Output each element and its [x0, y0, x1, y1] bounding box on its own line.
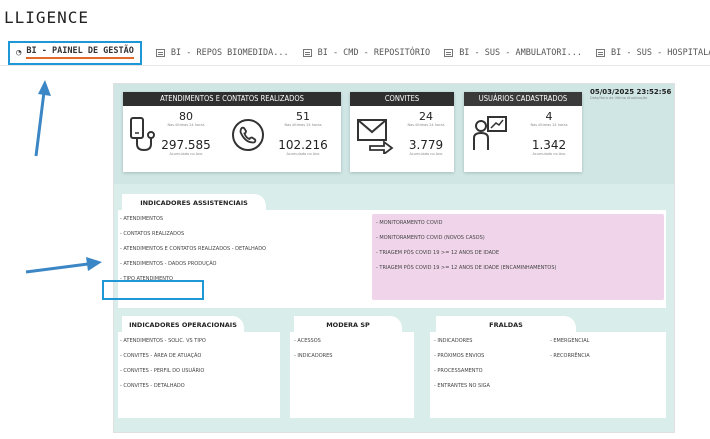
link-proximos-envios[interactable]: - PRÓXIMOS ENVIOS	[434, 349, 490, 364]
tipo-atendimento-highlight	[102, 280, 204, 300]
tab-cmd-repositorio[interactable]: BI - CMD - REPOSITÓRIO	[302, 41, 431, 65]
card-convites[interactable]: CONVITES 24 Nas últimas 24 horas 3.779 A…	[350, 92, 454, 172]
link-convites-area-atuacao[interactable]: - CONVITES - ÁREA DE ATUAÇÃO	[120, 349, 206, 364]
card-usuarios[interactable]: USUÁRIOS CADASTRADOS 4 Nas últimas 24 ho…	[464, 92, 582, 172]
app-title: LLIGENCE	[4, 8, 90, 27]
convites-24h-value: 24	[419, 110, 433, 123]
tab-sus-ambulatori[interactable]: BI - SUS - AMBULATORI...	[444, 41, 582, 65]
card-title: CONVITES	[350, 92, 454, 106]
link-atendimentos-solic-vs-tipo[interactable]: - ATENDIMENTOS - SOLIC. VS TIPO	[120, 334, 206, 349]
convites-24h-label: Nas últimas 24 horas	[407, 123, 445, 127]
arrow-up-annotation	[34, 80, 51, 157]
report-icon	[444, 48, 454, 57]
report-icon	[596, 48, 606, 57]
card-title: ATENDIMENTOS E CONTATOS REALIZADOS	[123, 92, 341, 106]
link-convites-detalhado[interactable]: - CONVITES - DETALHADO	[120, 379, 206, 394]
link-monitoramento-covid[interactable]: - MONITORAMENTO COVID	[376, 216, 556, 231]
contatos-24h-value: 51	[296, 110, 310, 123]
tab-repos-biomedida[interactable]: BI - REPOS BIOMEDIDA...	[155, 41, 289, 65]
operacionais-panel: - ATENDIMENTOS - SOLIC. VS TIPO - CONVIT…	[118, 332, 280, 418]
contatos-year-label: Acumulado no Ano	[286, 152, 320, 156]
contatos-year-value: 102.216	[278, 138, 328, 152]
link-recorrencia[interactable]: - RECORRÊNCIA	[550, 349, 590, 364]
last-update-label: Data/Hora da Última Atualização	[590, 96, 648, 100]
atendimentos-24h-value: 80	[179, 110, 193, 123]
tab-label: BI - REPOS BIOMEDIDA...	[170, 47, 289, 58]
link-emergencial[interactable]: - EMERGENCIAL	[550, 334, 590, 349]
tab-label: BI - SUS - AMBULATORI...	[459, 47, 583, 58]
link-convites-perfil-usuario[interactable]: - CONVITES - PERFIL DO USUÁRIO	[120, 364, 206, 379]
covid-panel: - MONITORAMENTO COVID - MONITORAMENTO CO…	[372, 214, 664, 300]
modera-panel: - ACESSOS - INDICADORES	[290, 332, 414, 418]
dashboard-panel: ATENDIMENTOS E CONTATOS REALIZADOS 80 Na…	[102, 83, 675, 433]
usuarios-year-label: Acumulado no Ano	[532, 152, 566, 156]
report-icon	[302, 48, 312, 57]
convites-year-label: Acumulado no Ano	[409, 152, 443, 156]
tab-label: BI - SUS - HOSPITALAR	[611, 47, 710, 58]
last-update-value: 05/03/2025 23:52:56	[590, 88, 672, 96]
card-title: USUÁRIOS CADASTRADOS	[464, 92, 582, 106]
fraldas-panel: - INDICADORES - PRÓXIMOS ENVIOS - PROCES…	[430, 332, 666, 418]
link-atendimentos[interactable]: - ATENDIMENTOS	[120, 212, 266, 227]
tab-sus-hospitalar[interactable]: BI - SUS - HOSPITALAR	[596, 41, 710, 65]
atendimentos-24h-label: Nas últimas 24 horas	[167, 123, 205, 127]
link-atendimentos-dados-producao[interactable]: - ATENDIMENTOS - DADOS PRODUÇÃO	[120, 257, 266, 272]
link-acessos[interactable]: - ACESSOS	[294, 334, 332, 349]
gauge-icon: ◔	[16, 47, 22, 58]
convites-year-value: 3.779	[408, 138, 444, 152]
tab-bar: ◔ BI - PAINEL DE GESTÃO BI - REPOS BIOME…	[0, 40, 710, 66]
usuarios-year-value: 1.342	[531, 138, 567, 152]
link-fraldas-indicadores[interactable]: - INDICADORES	[434, 334, 490, 349]
atendimentos-year-value: 297.585	[161, 138, 211, 152]
arrow-right-annotation	[25, 257, 102, 274]
user-presentation-icon	[473, 116, 507, 150]
link-monitoramento-covid-novos[interactable]: - MONITORAMENTO COVID (NOVOS CASOS)	[376, 231, 556, 246]
link-triagem-pos-covid[interactable]: - TRIAGEM PÓS COVID 19 >= 12 ANOS DE IDA…	[376, 246, 556, 261]
usuarios-24h-label: Nas últimas 24 horas	[530, 123, 568, 127]
link-processamento[interactable]: - PROCESSAMENTO	[434, 364, 490, 379]
report-icon	[155, 48, 165, 57]
link-atendimentos-contatos-detalhado[interactable]: - ATENDIMENTOS E CONTATOS REALIZADOS - D…	[120, 242, 266, 257]
link-modera-indicadores[interactable]: - INDICADORES	[294, 349, 332, 364]
tab-label: BI - PAINEL DE GESTÃO	[26, 46, 134, 59]
link-entrantes-siga[interactable]: - ENTRANTES NO SIGA	[434, 379, 490, 394]
contatos-24h-label: Nas últimas 24 horas	[284, 123, 322, 127]
last-update: 05/03/2025 23:52:56 Data/Hora da Última …	[590, 88, 672, 108]
usuarios-24h-value: 4	[545, 110, 553, 123]
tab-label: BI - CMD - REPOSITÓRIO	[317, 47, 431, 58]
phone-call-icon	[232, 119, 264, 151]
link-triagem-pos-covid-encaminhamentos[interactable]: - TRIAGEM PÓS COVID 19 >= 12 ANOS DE IDA…	[376, 261, 556, 276]
tab-painel-de-gestao[interactable]: ◔ BI - PAINEL DE GESTÃO	[8, 40, 142, 65]
link-contatos-realizados[interactable]: - CONTATOS REALIZADOS	[120, 227, 266, 242]
atendimentos-year-label: Acumulado no Ano	[169, 152, 203, 156]
envelope-send-icon	[357, 119, 394, 154]
card-atendimentos[interactable]: ATENDIMENTOS E CONTATOS REALIZADOS 80 Na…	[123, 92, 341, 172]
